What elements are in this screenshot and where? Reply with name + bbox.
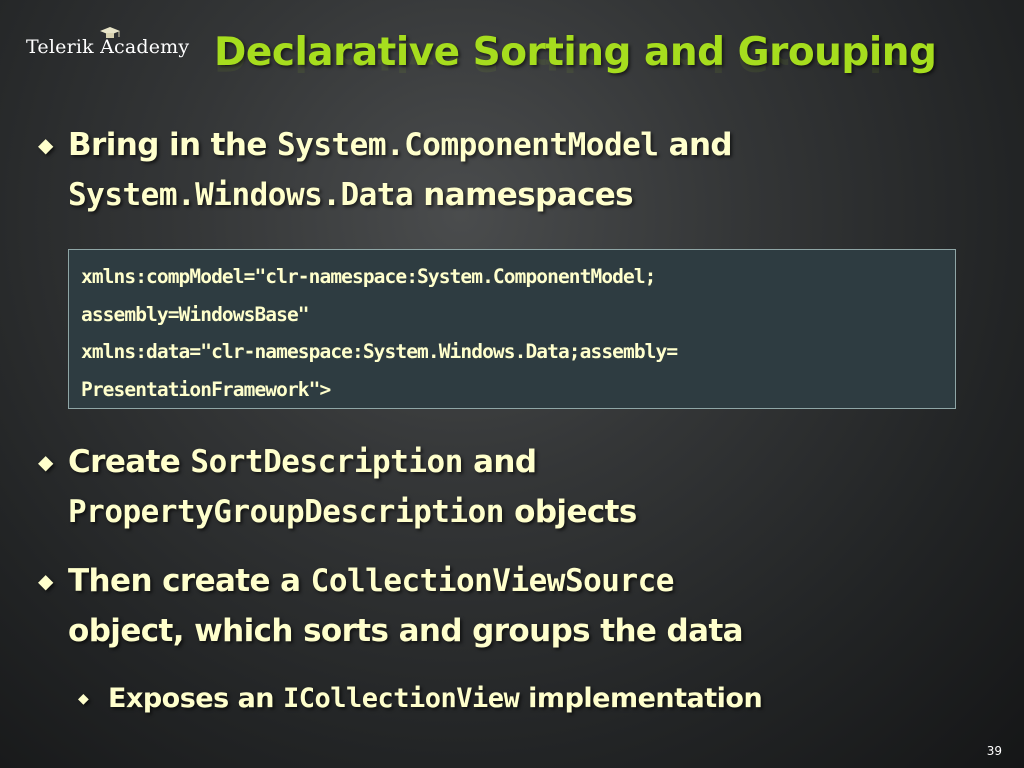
bullet-2-text-end: objects [503, 494, 637, 530]
diamond-icon: ◆ [38, 569, 54, 593]
bullet-1-text-post: and [658, 127, 733, 163]
bullet-3-text-pre: Then create a [68, 563, 311, 599]
bullet-1-code-1: System.ComponentModel [277, 127, 659, 163]
bullet-3: ◆ Then create a CollectionViewSource obj… [38, 556, 958, 656]
bullet-2-text-pre: Create [68, 444, 191, 480]
sub-bullet-1: ◆ Exposes an ICollectionView implementat… [78, 681, 958, 717]
bullet-1-code-2: System.Windows.Data [68, 177, 414, 213]
bullet-3-code-1: CollectionViewSource [310, 563, 675, 599]
bullet-2-code-1: SortDescription [190, 444, 463, 480]
code-block: xmlns:compModel="clr-namespace:System.Co… [68, 249, 956, 409]
telerik-academy-logo: Telerik Academy [26, 27, 202, 70]
bullet-1: ◆ Bring in the System.ComponentModel and… [38, 120, 958, 220]
sub-bullet-code: ICollectionView [282, 683, 520, 714]
bullet-2: ◆ Create SortDescription and PropertyGro… [38, 437, 958, 537]
code-line-1: xmlns:compModel="clr-namespace:System.Co… [81, 265, 656, 288]
bullet-3-text-line2: object, which sorts and groups the data [68, 613, 744, 649]
bullet-1-text-pre: Bring in the [68, 127, 277, 163]
sub-bullet-text-pre: Exposes an [108, 683, 283, 714]
logo-text: Telerik Academy [26, 36, 190, 58]
bullet-2-text-post: and [462, 444, 537, 480]
diamond-icon: ◆ [38, 133, 54, 157]
slide-title-reflection: Declarative Sorting and Grouping [214, 56, 936, 78]
code-line-4: PresentationFramework"> [81, 377, 331, 401]
code-line-3: xmlns:data="clr-namespace:System.Windows… [81, 340, 678, 363]
diamond-icon: ◆ [78, 691, 89, 707]
code-line-2: assembly=WindowsBase" [81, 302, 310, 326]
bullet-1-text-end: namespaces [413, 177, 634, 213]
bullet-2-code-2: PropertyGroupDescription [68, 494, 504, 530]
page-number: 39 [986, 744, 1002, 758]
diamond-icon: ◆ [38, 450, 54, 474]
sub-bullet-text-post: implementation [519, 683, 763, 714]
